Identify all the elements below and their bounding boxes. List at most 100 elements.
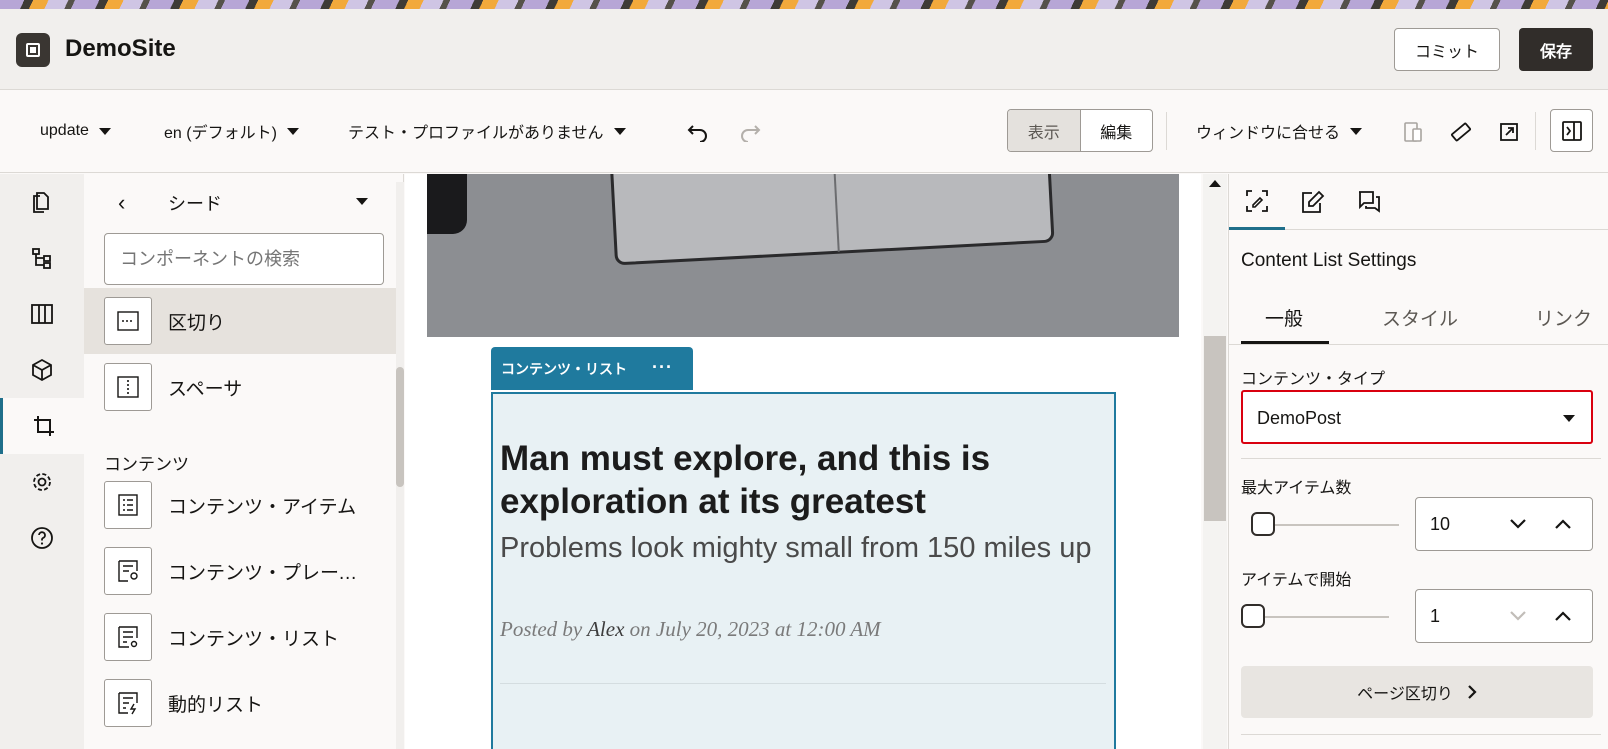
scrollbar-thumb[interactable]: [1204, 336, 1226, 521]
profile-dropdown-label: テスト・プロファイルがありません: [348, 125, 604, 142]
chevron-down-icon: [98, 127, 111, 135]
scrollbar-thumb[interactable]: [396, 367, 404, 487]
content-type-value: DemoPost: [1257, 408, 1342, 428]
decrement-chevron-icon[interactable]: [1506, 512, 1530, 536]
increment-chevron-icon[interactable]: [1551, 604, 1575, 628]
post-meta: Posted by Alex on July 20, 2023 at 12:00…: [500, 617, 881, 642]
help-icon[interactable]: [0, 510, 84, 566]
hero-image: [427, 174, 1179, 337]
sidebar-toggle-icon: [1561, 120, 1582, 141]
panel-title: シード: [168, 194, 222, 214]
crop-components-icon[interactable]: [0, 398, 84, 454]
slider-handle[interactable]: [1241, 604, 1265, 628]
back-chevron-icon[interactable]: ‹: [118, 190, 125, 216]
view-mode-button[interactable]: 表示: [1008, 110, 1081, 151]
content-list-component-tag[interactable]: コンテンツ・リスト ···: [491, 347, 693, 390]
component-search-input[interactable]: [104, 233, 384, 285]
pagination-button[interactable]: ページ区切り: [1241, 666, 1593, 718]
scroll-up-icon[interactable]: [1209, 180, 1221, 187]
view-edit-toggle: 表示 編集: [1007, 109, 1153, 152]
ruler-icon[interactable]: [1449, 120, 1473, 144]
component-label: スペーサ: [168, 378, 243, 400]
content-list-component[interactable]: Man must explore, and this is exploratio…: [491, 392, 1116, 749]
content-type-label: コンテンツ・タイプ: [1241, 371, 1386, 388]
content-placeholder-icon: [104, 547, 152, 595]
components-scrollbar[interactable]: [396, 182, 404, 749]
decrement-chevron-icon[interactable]: [1506, 604, 1530, 628]
settings-title: Content List Settings: [1241, 250, 1417, 271]
start-item-value: 1: [1430, 606, 1441, 626]
fit-window-dropdown[interactable]: ウィンドウに合せる: [1196, 118, 1363, 144]
toggle-panel-button[interactable]: [1550, 109, 1593, 152]
save-button[interactable]: 保存: [1519, 28, 1593, 71]
max-items-label: 最大アイテム数: [1241, 480, 1352, 497]
max-items-stepper[interactable]: 10: [1415, 497, 1593, 551]
max-items-slider[interactable]: [1251, 512, 1399, 536]
max-items-value: 10: [1430, 514, 1451, 534]
component-item-content-placeholder[interactable]: コンテンツ・プレースホルダー: [84, 538, 396, 604]
chevron-down-icon[interactable]: [356, 198, 368, 205]
settings-panel: Content List Settings 一般 スタイル リンク コンテンツ・…: [1228, 174, 1608, 749]
settings-tabs: [1229, 174, 1608, 230]
start-item-slider[interactable]: [1241, 604, 1389, 628]
chevron-right-icon: [1468, 685, 1477, 699]
pages-icon[interactable]: [0, 174, 84, 230]
commit-button[interactable]: コミット: [1394, 28, 1500, 71]
component-item-spacer[interactable]: スペーサ: [84, 354, 396, 420]
edit-mode-button[interactable]: 編集: [1081, 110, 1153, 151]
post-divider: [500, 683, 1106, 684]
more-options-icon[interactable]: ···: [652, 357, 673, 378]
comments-icon[interactable]: [1341, 174, 1397, 230]
toolbar-divider: [1535, 112, 1536, 150]
component-tag-label: コンテンツ・リスト: [501, 360, 627, 377]
component-settings-icon[interactable]: [1229, 174, 1285, 230]
edit-content-icon[interactable]: [1285, 174, 1341, 230]
structure-tree-icon[interactable]: [0, 230, 84, 286]
fit-window-label: ウィンドウに合せる: [1196, 125, 1341, 142]
device-preview-icon[interactable]: [1401, 120, 1425, 144]
component-item-divider[interactable]: 区切り: [84, 288, 396, 354]
language-dropdown[interactable]: en (デフォルト): [164, 118, 299, 144]
layout-columns-icon[interactable]: [0, 286, 84, 342]
component-item-content-list[interactable]: コンテンツ・リスト: [84, 604, 396, 670]
undo-icon[interactable]: [686, 120, 710, 144]
component-label: 区切り: [168, 312, 226, 334]
content-item-icon: [104, 481, 152, 529]
page-canvas: コンテンツ・リスト ··· Man must explore, and this…: [405, 174, 1201, 749]
component-label: コンテンツ・プレースホルダー: [168, 562, 368, 584]
content-type-select[interactable]: DemoPost: [1241, 390, 1593, 444]
tab-style[interactable]: スタイル: [1382, 304, 1458, 331]
canvas-scrollbar[interactable]: [1203, 174, 1227, 749]
pagination-label: ページ区切り: [1357, 686, 1453, 703]
language-dropdown-label: en (デフォルト): [164, 125, 277, 142]
start-item-stepper[interactable]: 1: [1415, 589, 1593, 643]
update-dropdown[interactable]: update: [40, 118, 111, 144]
start-item-label: アイテムで開始: [1241, 572, 1352, 589]
update-dropdown-label: update: [40, 122, 89, 139]
component-label: コンテンツ・アイテム: [168, 496, 357, 518]
decorative-banner: [0, 0, 1608, 9]
component-item-dynamic-list[interactable]: 動的リスト: [84, 670, 396, 736]
profile-dropdown[interactable]: テスト・プロファイルがありません: [348, 118, 626, 144]
redo-icon[interactable]: [738, 120, 762, 144]
increment-chevron-icon[interactable]: [1551, 512, 1575, 536]
component-item-content-item[interactable]: コンテンツ・アイテム: [84, 472, 396, 538]
left-rail: [0, 174, 84, 749]
tab-general[interactable]: 一般: [1265, 304, 1303, 331]
tab-link[interactable]: リンク: [1535, 304, 1592, 331]
app-header: DemoSite コミット 保存: [0, 9, 1608, 90]
site-title: DemoSite: [65, 35, 176, 62]
chevron-down-icon: [1563, 415, 1575, 422]
component-label: 動的リスト: [168, 694, 264, 716]
slider-handle[interactable]: [1251, 512, 1275, 536]
open-external-icon[interactable]: [1497, 120, 1521, 144]
gear-icon[interactable]: [0, 454, 84, 510]
post-meta-date: on July 20, 2023 at 12:00 AM: [624, 617, 881, 641]
spacer-icon: [104, 363, 152, 411]
chevron-down-icon: [1350, 127, 1363, 135]
cube-icon[interactable]: [0, 342, 84, 398]
divider-icon: [104, 297, 152, 345]
hero-object-shape: [427, 174, 467, 234]
site-logo-icon[interactable]: [16, 33, 50, 67]
editor-toolbar: update en (デフォルト) テスト・プロファイルがありません 表示 編集…: [0, 90, 1608, 173]
